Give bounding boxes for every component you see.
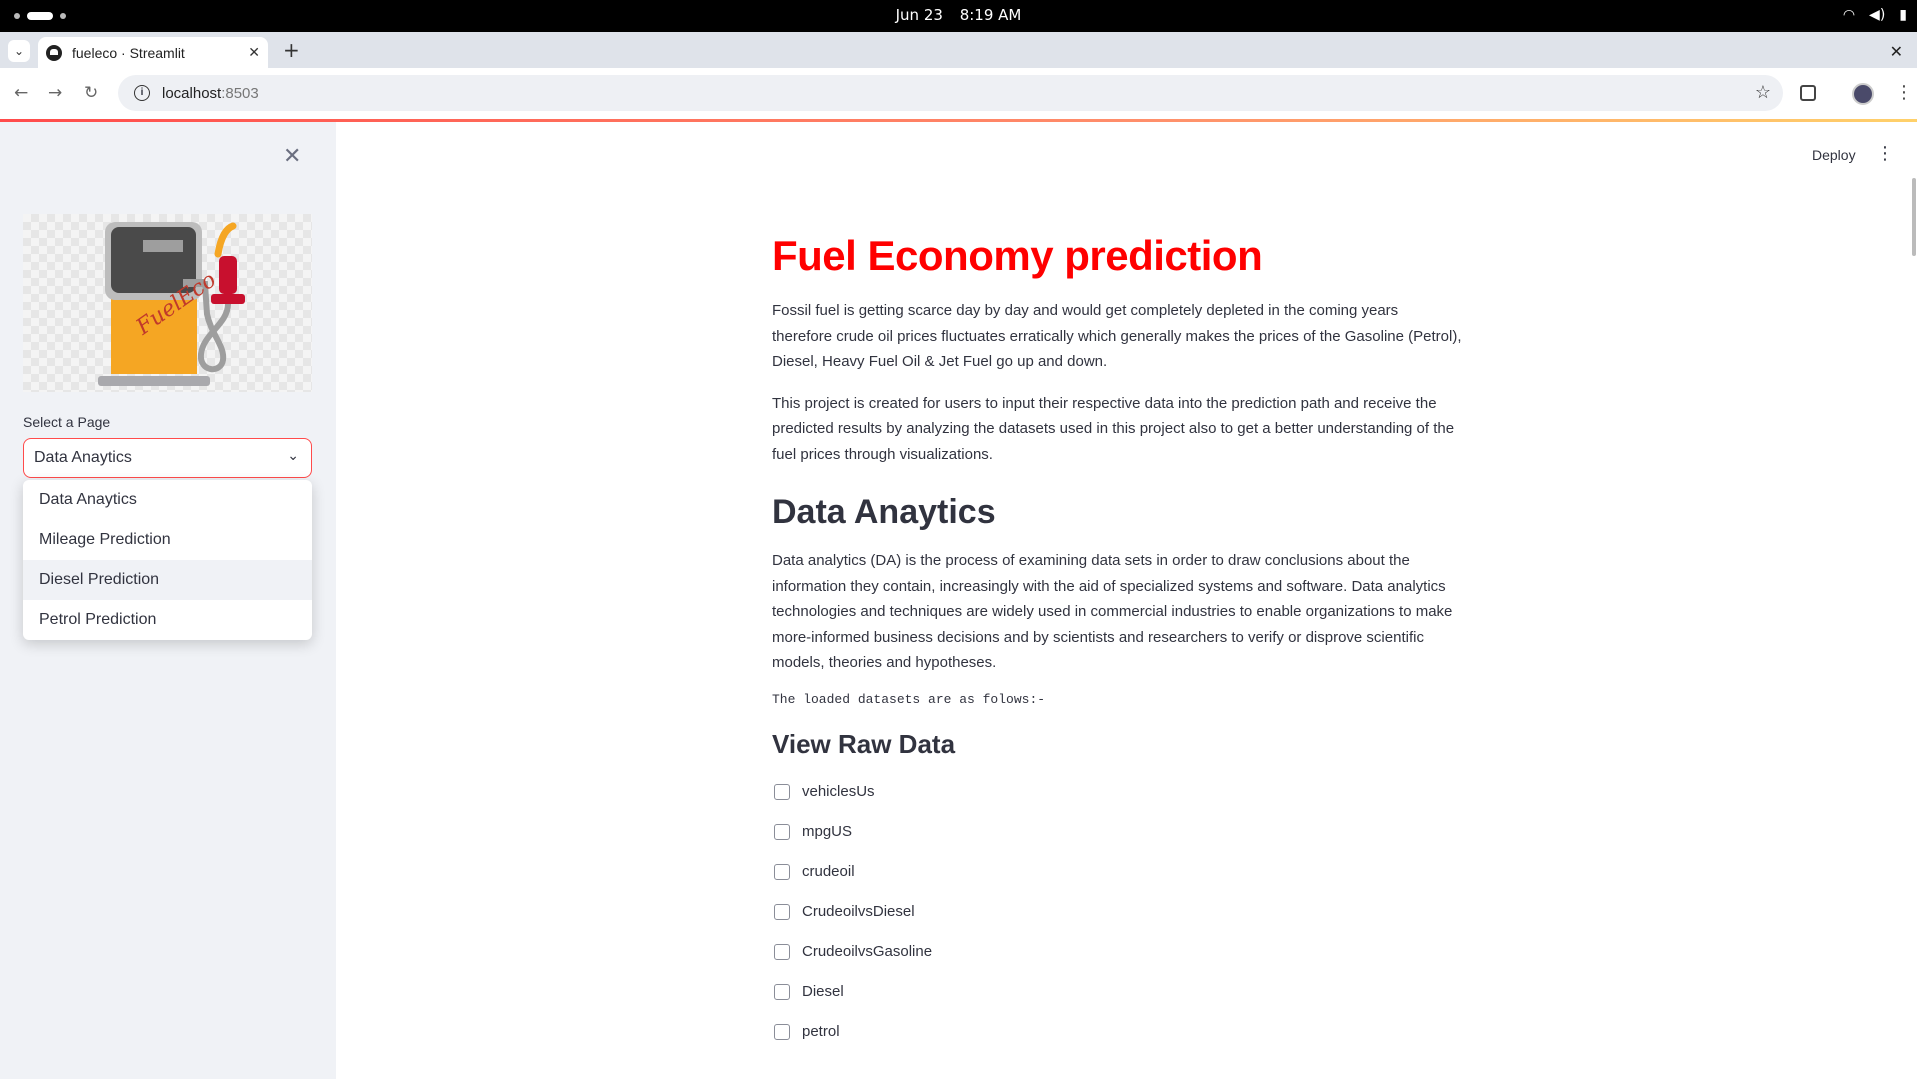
profile-avatar[interactable] [1852, 83, 1874, 105]
intro-paragraph-1: Fossil fuel is getting scarce day by day… [772, 302, 1462, 370]
address-bar[interactable]: i localhost:8503 ☆ [118, 75, 1783, 111]
system-tray[interactable]: ◠ ◀) ▮ [1843, 7, 1907, 23]
sidebar-close-icon[interactable]: ✕ [283, 144, 301, 169]
checkbox-label: CrudeoilvsGasoline [802, 943, 933, 960]
checkbox-box[interactable] [774, 903, 790, 920]
back-arrow-icon[interactable]: ← [14, 83, 28, 103]
bookmark-star-icon[interactable]: ☆ [1755, 82, 1771, 103]
checkbox-label: Diesel [802, 983, 844, 1000]
page-select[interactable]: Data Anaytics ⌄ [23, 438, 312, 478]
app-menu-kebab-icon[interactable]: ⋮ [1876, 143, 1894, 164]
streamlit-favicon-icon [46, 44, 62, 61]
browser-menu-kebab-icon[interactable]: ⋮ [1895, 82, 1913, 103]
browser-toolbar: ← → ↻ i localhost:8503 ☆ ⋮ [0, 68, 1917, 120]
checkbox-mpgus[interactable]: mpgUS [772, 812, 1462, 852]
checkbox-box[interactable] [774, 783, 790, 800]
chevron-down-icon: ⌄ [287, 447, 299, 463]
site-info-icon[interactable]: i [134, 85, 150, 101]
checkbox-box[interactable] [774, 983, 790, 1000]
tab-close-icon[interactable]: ✕ [248, 44, 260, 61]
checkbox-label: mpgUS [802, 823, 853, 840]
new-tab-plus-icon[interactable]: + [283, 40, 300, 60]
page-title: Fuel Economy prediction [772, 232, 1263, 279]
page-select-value: Data Anaytics [34, 449, 132, 466]
extensions-puzzle-icon[interactable] [1800, 85, 1816, 101]
deploy-button[interactable]: Deploy [1812, 147, 1856, 163]
forward-arrow-icon[interactable]: → [48, 83, 62, 103]
option-data-anaytics[interactable]: Data Anaytics [23, 480, 312, 520]
os-time: 8:19 AM [959, 6, 1022, 24]
checkbox-label: crudeoil [802, 863, 855, 880]
checkbox-box[interactable] [774, 863, 790, 880]
url-port: :8503 [221, 84, 259, 102]
checkbox-box[interactable] [774, 823, 790, 840]
option-mileage-prediction[interactable]: Mileage Prediction [23, 520, 312, 560]
main-content: Fuel Economy prediction Fossil fuel is g… [772, 232, 1462, 1052]
fuel-pump-icon: FuelEco [98, 222, 245, 386]
fueleco-logo: FuelEco [23, 214, 312, 392]
window-close-icon[interactable]: ✕ [1890, 42, 1903, 61]
select-page-label: Select a Page [23, 414, 111, 430]
checkbox-label: vehiclesUs [802, 783, 875, 800]
os-clock[interactable]: Jun 23 8:19 AM [0, 6, 1917, 24]
checkbox-diesel[interactable]: Diesel [772, 972, 1462, 1012]
checkbox-crudeoilvsdiesel[interactable]: CrudeoilvsDiesel [772, 892, 1462, 932]
os-status-bar: Jun 23 8:19 AM ◠ ◀) ▮ [0, 0, 1917, 32]
option-petrol-prediction[interactable]: Petrol Prediction [23, 600, 312, 640]
raw-data-title: View Raw Data [772, 728, 956, 759]
option-diesel-prediction[interactable]: Diesel Prediction [23, 560, 312, 600]
browser-tab[interactable]: fueleco · Streamlit ✕ [38, 37, 268, 68]
section-paragraph: Data analytics (DA) is the process of ex… [772, 552, 1453, 671]
os-date: Jun 23 [895, 6, 943, 24]
sidebar: ✕ FuelEco Select a Page Data Anaytics ⌄ … [0, 122, 336, 1079]
checkbox-box[interactable] [774, 1023, 790, 1040]
battery-icon: ▮ [1899, 7, 1907, 23]
checkbox-label: CrudeoilvsDiesel [802, 903, 915, 920]
checkbox-label: petrol [802, 1023, 840, 1040]
url-host: localhost [162, 84, 222, 102]
checkbox-box[interactable] [774, 943, 790, 960]
intro-paragraph-2: This project is created for users to inp… [772, 394, 1455, 463]
page-select-dropdown: Data Anaytics Mileage Prediction Diesel … [23, 480, 312, 640]
section-title: Data Anaytics [772, 493, 996, 531]
checkbox-crudeoil[interactable]: crudeoil [772, 852, 1462, 892]
volume-icon: ◀) [1869, 7, 1886, 23]
datasets-code-line: The loaded datasets are as folows:- [772, 691, 1046, 707]
checkbox-petrol[interactable]: petrol [772, 1012, 1462, 1052]
scrollbar-thumb[interactable] [1912, 178, 1916, 256]
wifi-icon: ◠ [1842, 7, 1856, 23]
tab-title: fueleco · Streamlit [72, 44, 185, 61]
reload-icon[interactable]: ↻ [84, 83, 98, 103]
checkbox-crudeoilvsgasoline[interactable]: CrudeoilvsGasoline [772, 932, 1462, 972]
tab-search-chevron-icon[interactable]: ⌄ [8, 40, 30, 62]
checkbox-vehiclesus[interactable]: vehiclesUs [772, 772, 1462, 812]
browser-tab-strip: ⌄ fueleco · Streamlit ✕ + ✕ [0, 32, 1917, 68]
